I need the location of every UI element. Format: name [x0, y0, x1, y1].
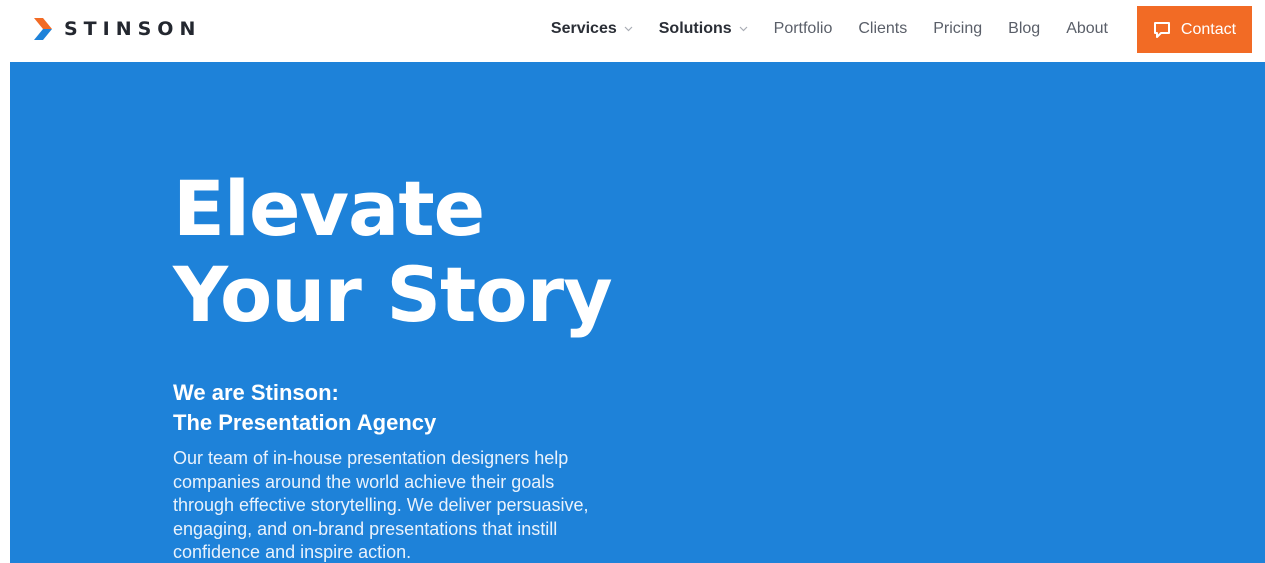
- hero-title: Elevate Your Story: [173, 164, 613, 339]
- hero-description: Our team of in-house presentation design…: [173, 447, 663, 563]
- nav-services[interactable]: Services: [551, 20, 633, 38]
- hero-subtitle: We are Stinson: The Presentation Agency: [173, 378, 436, 438]
- logo-link[interactable]: STINSON: [34, 17, 201, 41]
- hero-subtitle-line-2: The Presentation Agency: [173, 410, 437, 435]
- page: STINSON Services Solutions Portfolio Cli…: [0, 0, 1265, 563]
- nav-about[interactable]: About: [1066, 20, 1108, 38]
- chevron-logo-icon: [34, 18, 52, 40]
- nav-solutions-label: Solutions: [658, 20, 732, 37]
- hero-description-line: companies around the world achieve their…: [173, 471, 555, 492]
- brand-name: STINSON: [64, 18, 202, 40]
- hero-description-line: confidence and inspire action.: [173, 542, 412, 562]
- hero-description-line: Our team of in-house presentation design…: [173, 448, 569, 468]
- nav-pricing[interactable]: Pricing: [933, 20, 982, 38]
- hero-description-line: through effective storytelling. We deliv…: [173, 495, 589, 515]
- hero-title-line-1: Elevate: [173, 164, 485, 253]
- contact-label: Contact: [1180, 20, 1237, 38]
- hero-description-line: engaging, and on-brand presentations tha…: [173, 518, 558, 539]
- chat-bubble-icon: [1153, 21, 1170, 38]
- nav-clients[interactable]: Clients: [858, 20, 907, 38]
- nav-blog[interactable]: Blog: [1008, 20, 1040, 38]
- hero-title-line-2: Your Story: [173, 250, 613, 339]
- nav-services-label: Services: [550, 20, 617, 37]
- contact-button[interactable]: Contact: [1137, 6, 1252, 53]
- chevron-down-icon: [624, 26, 633, 32]
- nav-solutions[interactable]: Solutions: [659, 20, 748, 38]
- nav-portfolio[interactable]: Portfolio: [774, 20, 833, 38]
- site-header: STINSON Services Solutions Portfolio Cli…: [0, 0, 1265, 62]
- main-nav: Services Solutions Portfolio Clients Pri…: [551, 0, 1108, 58]
- hero-section: Elevate Your Story We are Stinson: The P…: [10, 62, 1265, 563]
- chevron-down-icon: [739, 26, 748, 32]
- hero-subtitle-line-1: We are Stinson:: [173, 380, 339, 405]
